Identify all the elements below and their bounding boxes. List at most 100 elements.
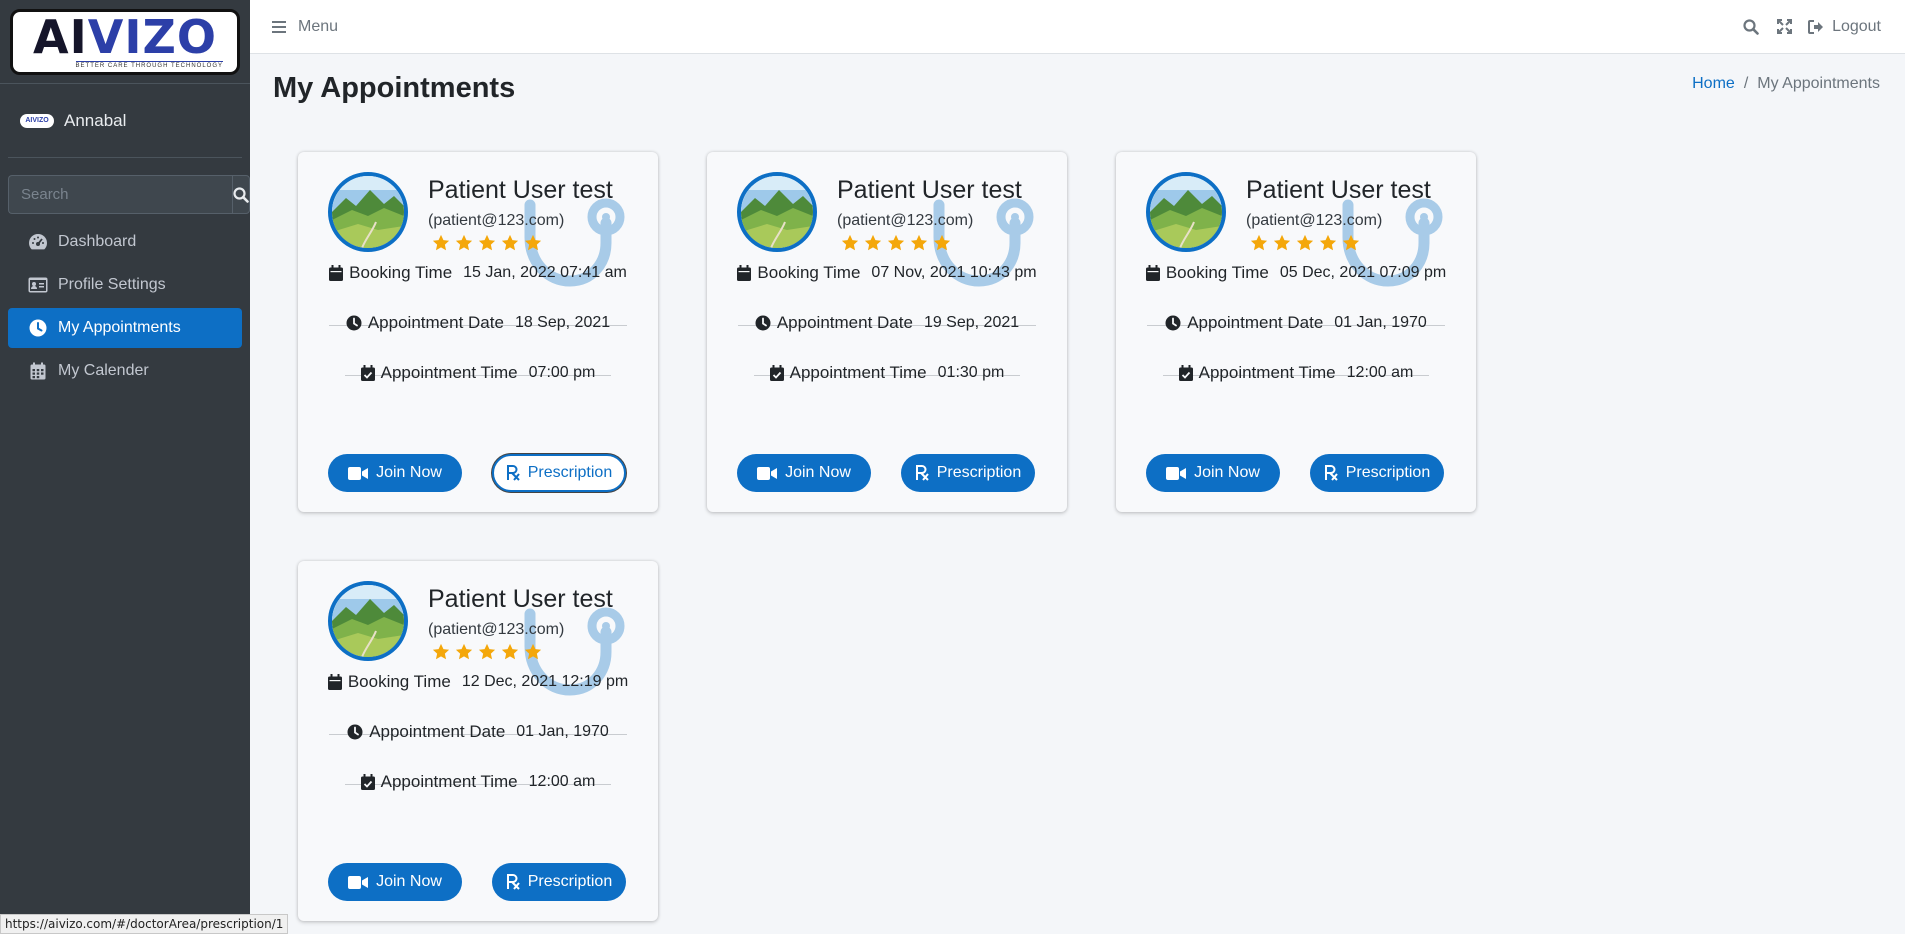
- logout-label: Logout: [1832, 17, 1881, 35]
- calendar-check-icon: [360, 365, 375, 381]
- sidebar-item-my-calender[interactable]: My Calender: [8, 351, 242, 391]
- appointment-date-label: Appointment Date: [1187, 313, 1324, 332]
- patient-avatar: [328, 172, 408, 252]
- breadcrumb-current: My Appointments: [1757, 75, 1880, 92]
- appointment-time-label: Appointment Time: [1198, 363, 1336, 382]
- calendar-check-icon: [769, 365, 784, 381]
- star-icon: [841, 234, 864, 257]
- prescription-button[interactable]: Prescription: [492, 454, 626, 492]
- join-now-label: Join Now: [785, 464, 851, 481]
- search-button[interactable]: [232, 175, 250, 214]
- sign-out-icon: [1808, 19, 1824, 34]
- sidebar-item-my-appointments[interactable]: My Appointments: [8, 308, 242, 348]
- menu-toggle-button[interactable]: Menu: [272, 18, 338, 36]
- patient-name: Patient User test: [1246, 176, 1431, 204]
- star-icon: [501, 643, 524, 666]
- star-icon: [478, 643, 501, 666]
- booking-time-row: Booking Time 15 Jan, 2022 07:41 am: [298, 263, 658, 283]
- breadcrumb-home-link[interactable]: Home: [1692, 75, 1735, 92]
- breadcrumb-separator: /: [1743, 75, 1749, 92]
- booking-time-value: 07 Nov, 2021 10:43 pm: [871, 264, 1037, 281]
- dashboard-icon: [28, 232, 48, 252]
- star-icon: [432, 234, 455, 257]
- appointment-date-value: 18 Sep, 2021: [514, 314, 611, 331]
- appointment-time-value: 12:00 am: [1346, 364, 1414, 381]
- star-icon: [1342, 234, 1365, 257]
- prescription-label: Prescription: [936, 464, 1022, 481]
- appointment-time-value: 07:00 pm: [528, 364, 596, 381]
- sidebar-item-label: Profile Settings: [58, 276, 166, 293]
- booking-time-row: Booking Time 05 Dec, 2021 07:09 pm: [1116, 263, 1476, 283]
- join-now-button[interactable]: Join Now: [328, 863, 462, 901]
- expand-icon: [1777, 19, 1793, 34]
- calendar-check-icon: [1178, 365, 1193, 381]
- join-now-label: Join Now: [376, 464, 442, 481]
- booking-time-label: Booking Time: [1165, 263, 1269, 282]
- star-icon: [933, 234, 956, 257]
- brand: AIVIZO BETTER CARE THROUGH TECHNOLOGY: [0, 0, 250, 84]
- calendar-check-icon: [360, 774, 375, 790]
- star-icon: [1250, 234, 1273, 257]
- sidebar-item-profile-settings[interactable]: Profile Settings: [8, 265, 242, 305]
- patient-email: (patient@123.com): [1246, 212, 1383, 229]
- landscape-image: [332, 176, 404, 248]
- top-navbar-actions: Logout: [1725, 18, 1881, 36]
- prescription-button[interactable]: Prescription: [901, 454, 1035, 492]
- clock-icon: [1165, 315, 1181, 331]
- landscape-image: [332, 585, 404, 657]
- booking-time-value: 15 Jan, 2022 07:41 am: [463, 264, 627, 281]
- navbar-search-button[interactable]: [1743, 18, 1759, 35]
- logout-button[interactable]: Logout: [1808, 18, 1881, 36]
- avatar: AIVIZO: [20, 113, 54, 128]
- appointment-time-label: Appointment Time: [380, 772, 518, 791]
- join-now-button[interactable]: Join Now: [737, 454, 871, 492]
- clock-icon: [28, 318, 48, 338]
- hamburger-icon: [272, 20, 286, 33]
- calendar-icon: [329, 265, 344, 281]
- clock-icon: [347, 724, 363, 740]
- landscape-image: [741, 176, 813, 248]
- booking-time-label: Booking Time: [349, 263, 453, 282]
- prescription-icon: [506, 874, 520, 890]
- prescription-button[interactable]: Prescription: [492, 863, 626, 901]
- sidebar: AIVIZO BETTER CARE THROUGH TECHNOLOGY AI…: [0, 0, 250, 934]
- join-now-button[interactable]: Join Now: [1146, 454, 1280, 492]
- rating-stars: [432, 234, 547, 257]
- sidebar-item-label: My Appointments: [58, 319, 181, 336]
- prescription-icon: [1324, 465, 1338, 481]
- search-input[interactable]: [8, 175, 232, 214]
- brand-logo[interactable]: AIVIZO BETTER CARE THROUGH TECHNOLOGY: [10, 8, 240, 75]
- sidebar-item-label: My Calender: [58, 362, 149, 379]
- patient-name: Patient User test: [837, 176, 1022, 204]
- appointment-card: Patient User test (patient@123.com) Book…: [298, 561, 658, 921]
- video-camera-icon: [1166, 466, 1187, 480]
- fullscreen-button[interactable]: [1777, 19, 1793, 34]
- video-camera-icon: [348, 466, 369, 480]
- sidebar-search: [8, 175, 250, 214]
- video-camera-icon: [757, 466, 778, 480]
- appointment-time-label: Appointment Time: [789, 363, 927, 382]
- patient-email: (patient@123.com): [837, 212, 974, 229]
- logo-text-accent: VIZO: [87, 10, 217, 64]
- star-icon: [478, 234, 501, 257]
- star-icon: [432, 643, 455, 666]
- booking-time-row: Booking Time 12 Dec, 2021 12:19 pm: [298, 672, 658, 692]
- join-now-label: Join Now: [376, 873, 442, 890]
- user-panel[interactable]: AIVIZO Annabal: [8, 84, 242, 158]
- sidebar-item-dashboard[interactable]: Dashboard: [8, 222, 242, 262]
- rating-stars: [1250, 234, 1365, 257]
- user-name[interactable]: Annabal: [64, 111, 126, 131]
- booking-time-label: Booking Time: [757, 263, 861, 282]
- logo-text-part: AI: [33, 10, 88, 64]
- prescription-label: Prescription: [527, 464, 613, 481]
- sidebar-nav: Dashboard Profile Settings My Appointmen…: [8, 222, 242, 391]
- appointment-date-label: Appointment Date: [369, 722, 506, 741]
- star-icon: [910, 234, 933, 257]
- patient-email: (patient@123.com): [428, 212, 565, 229]
- join-now-button[interactable]: Join Now: [328, 454, 462, 492]
- logo-tagline: BETTER CARE THROUGH TECHNOLOGY: [75, 61, 223, 69]
- prescription-button[interactable]: Prescription: [1310, 454, 1444, 492]
- page-title: My Appointments: [273, 72, 516, 104]
- appointment-time-value: 12:00 am: [528, 773, 596, 790]
- prescription-icon: [506, 465, 520, 481]
